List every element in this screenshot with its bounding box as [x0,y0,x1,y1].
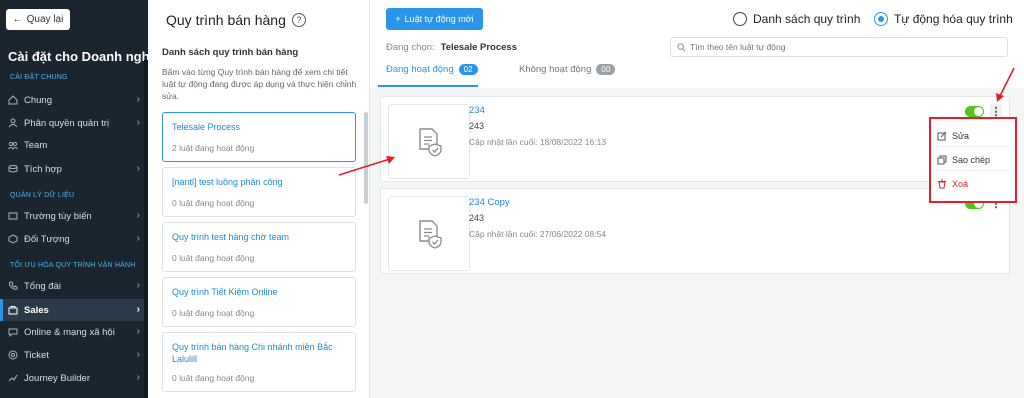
radio-circle [874,12,888,26]
sidebar-item-ticket[interactable]: Ticket › [0,344,148,366]
rule-updated-at: Cập nhật lần cuối: 18/08/2022 16:13 [469,137,607,147]
process-rule-count: 2 luật đang hoạt động [172,143,255,153]
object-icon [8,234,18,244]
selected-process: Đang chọn: Telesale Process [386,42,517,53]
process-rule-count: 0 luật đang hoạt động [172,198,255,208]
automation-header: + Luật tự động mới Danh sách quy trình T… [370,0,1024,88]
sidebar-item-permission[interactable]: Phân quyền quản trị › [0,112,148,134]
count-badge: 02 [458,64,478,75]
phone-icon [9,281,18,290]
active-tab-indicator [378,85,478,87]
sidebar-item-integration[interactable]: Tích hợp › [0,158,148,180]
process-rule-count: 0 luật đang hoạt động [172,308,255,318]
rule-card[interactable]: 234 Copy 243 Cập nhật lần cuối: 27/06/20… [380,188,1010,274]
menu-item-copy[interactable]: Sao chép [937,149,1011,171]
section-data: QUẢN LÝ DỮ LIỆU [10,192,75,199]
rule-code: 243 [469,121,485,131]
sidebar-item-switchboard[interactable]: Tổng đài › [0,275,148,297]
rule-card[interactable]: 234 243 Cập nhật lần cuối: 18/08/2022 16… [380,96,1010,182]
document-shield-icon [419,219,442,249]
menu-item-delete[interactable]: Xoá [937,173,1011,195]
radio-process-list[interactable]: Danh sách quy trình [733,12,860,26]
search-icon [677,42,686,51]
rule-actions-menu: Sửa Sao chép Xoá [929,117,1017,203]
section-process: TỐI ƯU HÓA QUY TRÌNH VẬN HÀNH [10,262,136,269]
process-card[interactable]: Quy trình bán hàng Chi nhánh miền Bắc La… [162,332,356,392]
sales-icon [8,306,18,315]
menu-item-edit[interactable]: Sửa [937,125,1011,147]
rule-name-link[interactable]: 234 [469,105,485,116]
process-list-description: Bấm vào từng Quy trình bán hàng để xem c… [162,67,357,101]
sidebar-item-custom-field[interactable]: Trường tùy biến › [0,205,148,227]
edit-icon [937,131,947,140]
arrow-left-icon: ← [12,14,23,25]
process-card[interactable]: Quy trình test hàng chờ team 0 luật đang… [162,222,356,272]
sidebar-item-online[interactable]: Online & mạng xã hội › [0,321,148,343]
sidebar-item-team[interactable]: Team [0,134,148,156]
section-general: CÀI ĐẶT CHUNG [10,74,68,81]
ticket-icon [8,350,18,360]
process-card-selected[interactable]: Telesale Process 2 luật đang hoạt động [162,112,356,162]
tab-inactive-rules[interactable]: Không hoạt động 00 [519,64,616,75]
automation-panel: + Luật tự động mới Danh sách quy trình T… [370,0,1024,398]
rule-toggle[interactable] [965,106,984,117]
help-icon[interactable]: ? [291,13,306,27]
process-rule-count: 0 luật đang hoạt động [172,253,255,263]
rule-code: 243 [469,213,485,223]
search-input[interactable] [690,42,990,52]
rule-name-link[interactable]: 234 Copy [469,197,510,208]
journey-icon [8,374,18,382]
copy-icon [937,155,947,164]
process-list-heading: Danh sách quy trình bán hàng [162,47,299,58]
process-list-scrollbar[interactable] [364,112,368,204]
process-name: Quy trình test hàng chờ team [172,232,289,242]
rule-thumbnail [388,104,470,179]
process-rule-count: 0 luật đang hoạt động [172,373,255,383]
tab-active-rules[interactable]: Đang hoạt động 02 [386,64,478,75]
process-panel: Quy trình bán hàng ? Danh sách quy trình… [148,0,370,398]
process-card[interactable]: Quy trình Tiết Kiệm Online 0 luật đang h… [162,277,356,327]
trash-icon [938,179,946,189]
sidebar-item-chung[interactable]: Chung › [0,89,148,111]
rule-thumbnail [388,196,470,271]
rule-search[interactable] [670,37,1008,57]
radio-automation[interactable]: Tự động hóa quy trình [874,12,1013,26]
document-shield-icon [419,127,442,157]
count-badge: 00 [596,64,616,75]
sidebar: ← Quay lại Cài đặt cho Doanh nghiệp CÀI … [0,0,148,398]
more-options-icon[interactable]: ⋮ [990,104,1002,118]
process-name: Quy trình Tiết Kiệm Online [172,287,278,297]
permission-icon [8,118,18,128]
process-card[interactable]: [nantl] test luồng phân công 0 luật đang… [162,167,356,217]
integration-icon [8,165,18,173]
process-name: Quy trình bán hàng Chi nhánh miền Bắc La… [172,342,333,364]
sidebar-title: Cài đặt cho Doanh nghiệp [8,49,148,64]
sidebar-item-object[interactable]: Đối Tượng › [0,228,148,250]
home-icon [8,95,18,105]
sidebar-item-sales[interactable]: Sales › [0,299,148,321]
chat-icon [8,328,18,337]
add-rule-button[interactable]: + Luật tự động mới [386,8,483,30]
process-name: Telesale Process [172,122,241,132]
rule-updated-at: Cập nhật lần cuối: 27/06/2022 08:54 [469,229,607,239]
radio-circle [733,12,747,26]
plus-icon: + [395,14,401,24]
custom-field-icon [8,212,18,220]
sidebar-item-journey[interactable]: Journey Builder › [0,367,148,389]
back-button[interactable]: ← Quay lại [6,9,70,30]
team-icon [8,141,18,150]
process-name: [nantl] test luồng phân công [172,177,283,187]
panel-title: Quy trình bán hàng ? [166,12,306,28]
